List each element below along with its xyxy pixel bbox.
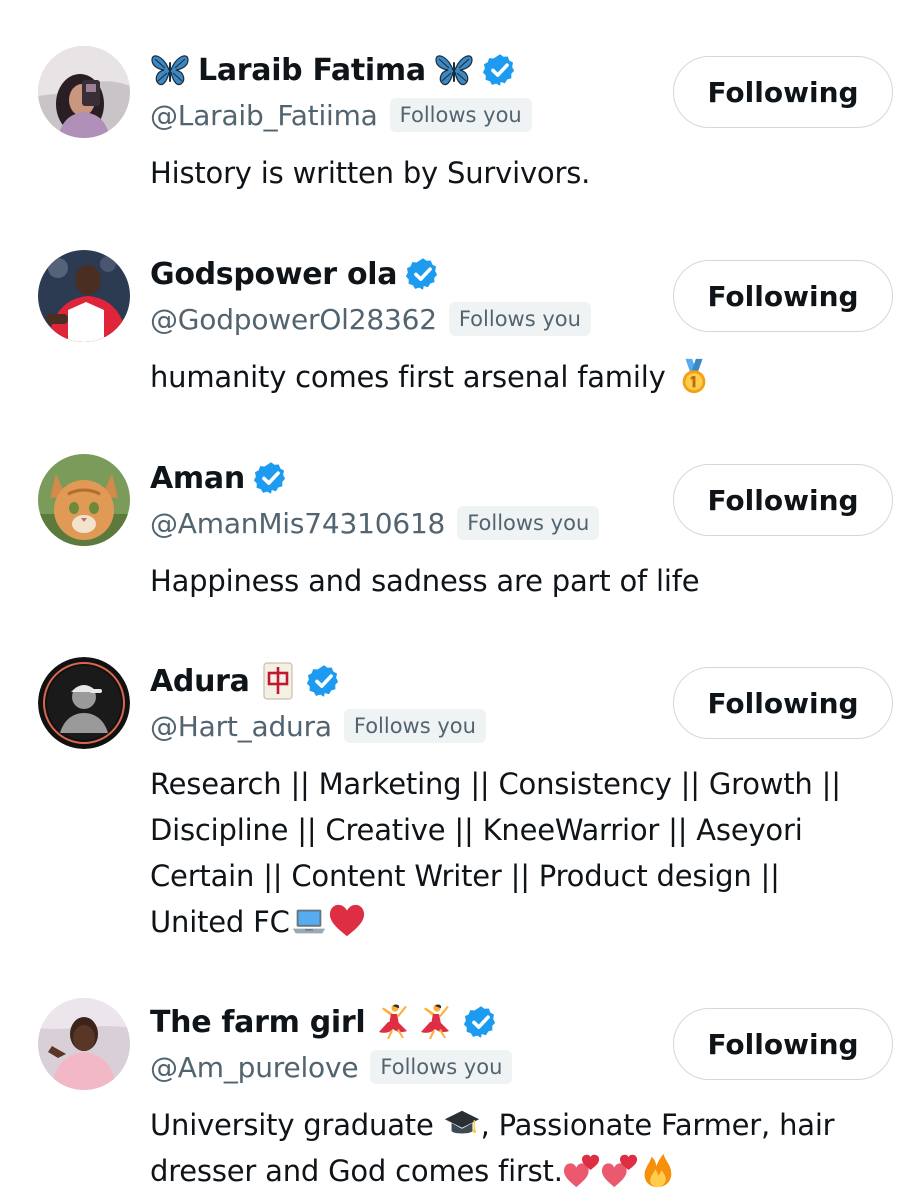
- user-name[interactable]: Godspower ola: [150, 257, 398, 292]
- user-bio: humanity comes first arsenal family: [150, 354, 895, 400]
- verified-badge-icon[interactable]: [405, 256, 441, 292]
- user-bio: History is written by Survivors.: [150, 150, 895, 196]
- bio-text: dresser and God comes first.: [150, 1154, 563, 1188]
- avatar[interactable]: [38, 250, 130, 342]
- bio-line: Discipline || Creative || KneeWarrior ||…: [150, 813, 803, 847]
- user-handle[interactable]: @GodpowerOl28362: [150, 303, 437, 336]
- verified-badge-icon[interactable]: [306, 663, 342, 699]
- avatar[interactable]: [38, 998, 130, 1090]
- following-button[interactable]: Following: [673, 1008, 893, 1080]
- following-button[interactable]: Following: [673, 260, 893, 332]
- avatar[interactable]: [38, 46, 130, 138]
- bio-line: University graduate , Passionate Farmer,…: [150, 1102, 895, 1148]
- woman-dancing-icon: [373, 1002, 413, 1042]
- avatar[interactable]: [38, 454, 130, 546]
- follows-you-badge: Follows you: [343, 709, 486, 743]
- verified-badge-icon[interactable]: [482, 52, 518, 88]
- woman-dancing-icon: [415, 1002, 455, 1042]
- laptop-icon: [290, 902, 328, 940]
- user-name[interactable]: Aman: [150, 461, 245, 496]
- bio-line: United FC: [150, 905, 290, 939]
- follows-you-badge: Follows you: [457, 506, 600, 540]
- bio-line: Certain || Content Writer || Product des…: [150, 859, 780, 893]
- user-name[interactable]: The farm girl: [150, 1005, 366, 1040]
- following-button[interactable]: Following: [673, 667, 893, 739]
- follows-you-badge: Follows you: [389, 98, 532, 132]
- bio-text: University graduate: [150, 1108, 434, 1142]
- user-handle[interactable]: @AmanMis74310618: [150, 507, 445, 540]
- follows-you-badge: Follows you: [370, 1050, 513, 1084]
- two-hearts-icon: [563, 1151, 601, 1189]
- user-handle[interactable]: @Am_purelove: [150, 1051, 359, 1084]
- user-bio: Happiness and sadness are part of life: [150, 558, 895, 604]
- verified-badge-icon[interactable]: [463, 1004, 499, 1040]
- user-bio: Research || Marketing || Consistency || …: [150, 761, 895, 945]
- gold-medal-icon: [675, 357, 713, 395]
- butterfly-icon: [150, 50, 190, 90]
- user-name[interactable]: Laraib Fatima: [198, 53, 426, 88]
- user-handle[interactable]: @Hart_adura: [150, 710, 332, 743]
- following-button[interactable]: Following: [673, 56, 893, 128]
- fire-icon: [639, 1151, 677, 1189]
- verified-badge-icon[interactable]: [253, 460, 289, 496]
- mahjong-red-dragon-icon: [258, 661, 298, 701]
- bio-text: , Passionate Farmer, hair: [480, 1108, 835, 1142]
- red-heart-icon: [328, 902, 366, 940]
- bio-text: History is written by Survivors.: [150, 156, 591, 190]
- user-name[interactable]: Adura: [150, 664, 250, 699]
- bio-text: Happiness and sadness are part of life: [150, 564, 700, 598]
- bio-line: dresser and God comes first.: [150, 1148, 895, 1194]
- avatar[interactable]: [38, 657, 130, 749]
- user-bio: University graduate , Passionate Farmer,…: [150, 1102, 895, 1194]
- bio-text: humanity comes first arsenal family: [150, 360, 666, 394]
- following-button[interactable]: Following: [673, 464, 893, 536]
- user-handle[interactable]: @Laraib_Fatiima: [150, 99, 378, 132]
- butterfly-icon: [434, 50, 474, 90]
- two-hearts-icon: [601, 1151, 639, 1189]
- follows-you-badge: Follows you: [448, 302, 591, 336]
- bio-line-last: United FC: [150, 899, 895, 945]
- bio-line: Research || Marketing || Consistency || …: [150, 767, 841, 801]
- graduation-cap-icon: [443, 1105, 481, 1143]
